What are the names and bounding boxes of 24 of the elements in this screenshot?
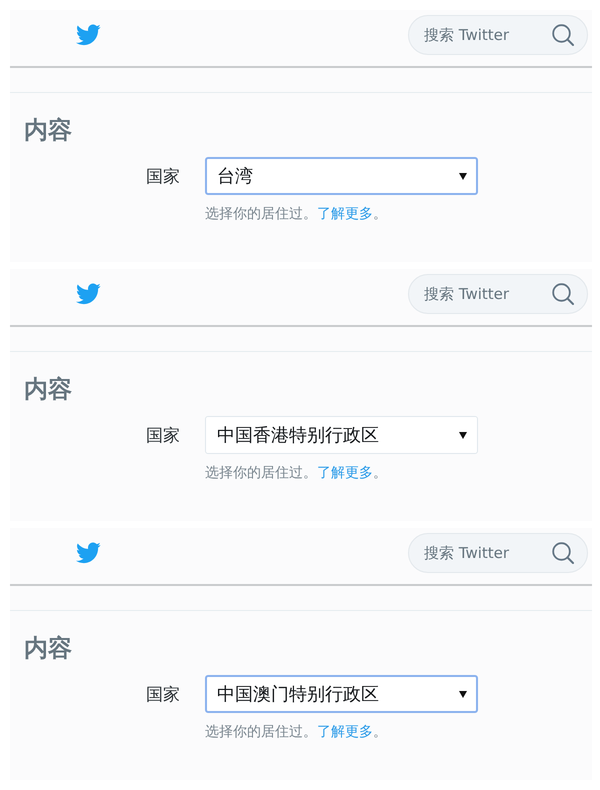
help-text: 选择你的居住过。了解更多。 — [205, 464, 387, 483]
search-field[interactable]: 搜索 Twitter — [408, 274, 588, 314]
bird-icon[interactable] — [75, 24, 101, 46]
bird-icon[interactable] — [75, 542, 101, 564]
country-select[interactable]: 台湾 — [205, 157, 478, 195]
caret-icon — [459, 432, 467, 438]
section-title: 内容 — [24, 115, 72, 145]
country-select[interactable]: 中国香港特别行政区 — [205, 416, 478, 454]
field-label: 国家 — [146, 166, 180, 188]
country-select[interactable]: 中国澳门特别行政区 — [205, 675, 478, 713]
search-field[interactable]: 搜索 Twitter — [408, 15, 588, 55]
section-title: 内容 — [24, 374, 72, 404]
field-label: 国家 — [146, 424, 180, 446]
search-icon[interactable] — [552, 542, 574, 564]
search-icon[interactable] — [552, 283, 574, 305]
search-icon[interactable] — [552, 24, 574, 46]
help-text: 选择你的居住过。了解更多。 — [205, 723, 387, 742]
field-label: 国家 — [146, 684, 180, 706]
bird-icon[interactable] — [75, 283, 101, 305]
caret-icon — [459, 690, 467, 698]
search-field[interactable]: 搜索 Twitter — [408, 533, 588, 573]
section-title: 内容 — [24, 633, 72, 663]
caret-icon — [459, 172, 467, 180]
help-text: 选择你的居住过。了解更多。 — [205, 205, 387, 224]
